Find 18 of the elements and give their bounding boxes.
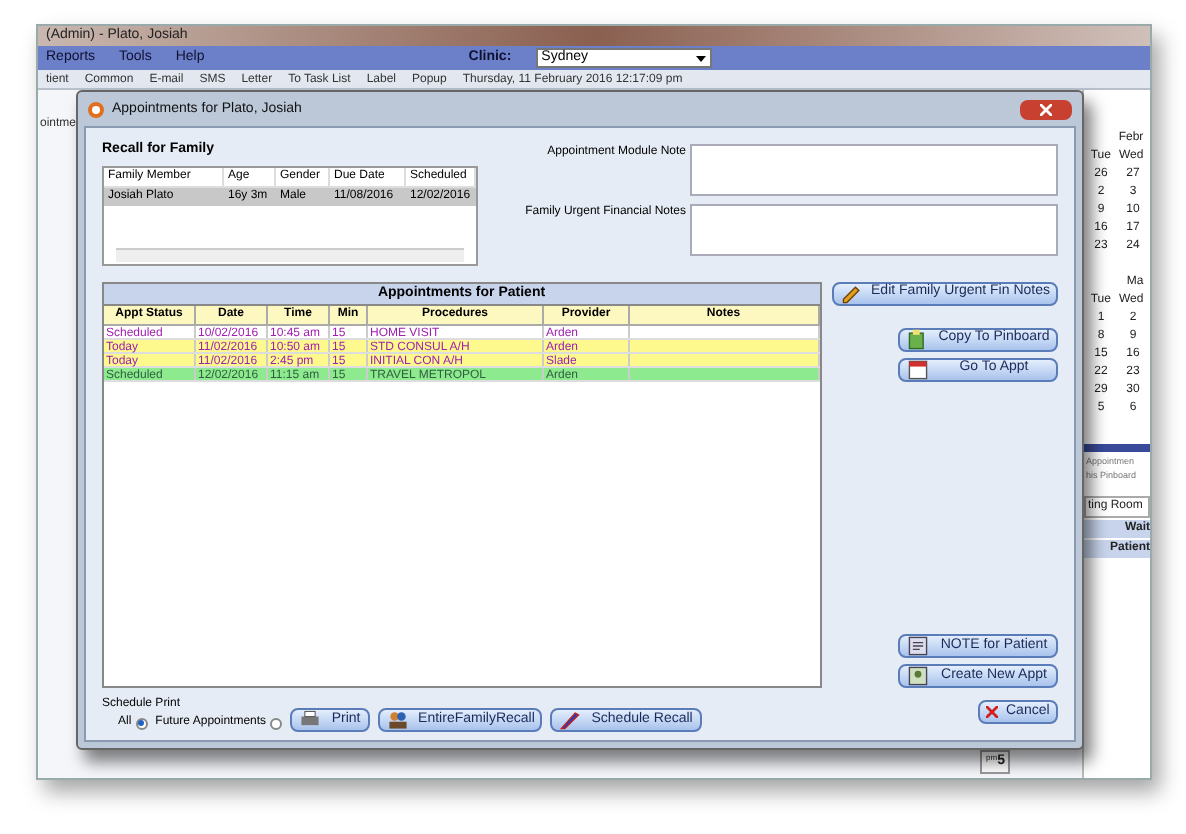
notes-textarea[interactable]: [690, 144, 1058, 196]
horizontal-scrollbar[interactable]: [116, 247, 464, 261]
close-icon: [986, 706, 998, 718]
radio-button[interactable]: [135, 717, 148, 729]
app-logo-icon: [88, 102, 104, 118]
people-icon: [386, 708, 411, 732]
close-icon: [1040, 104, 1052, 116]
clipboard-icon: [906, 327, 930, 351]
pencil-icon: [839, 281, 864, 305]
person-card-icon: [906, 664, 930, 688]
radio-button[interactable]: [270, 717, 283, 729]
calendar-icon: [906, 357, 930, 381]
note-icon: [906, 634, 930, 658]
pinboard-bar: [1084, 444, 1150, 452]
close-button[interactable]: [1020, 100, 1072, 120]
caret-icon: [695, 55, 706, 61]
notes-textarea[interactable]: [690, 204, 1058, 256]
pen-icon: [558, 708, 583, 732]
